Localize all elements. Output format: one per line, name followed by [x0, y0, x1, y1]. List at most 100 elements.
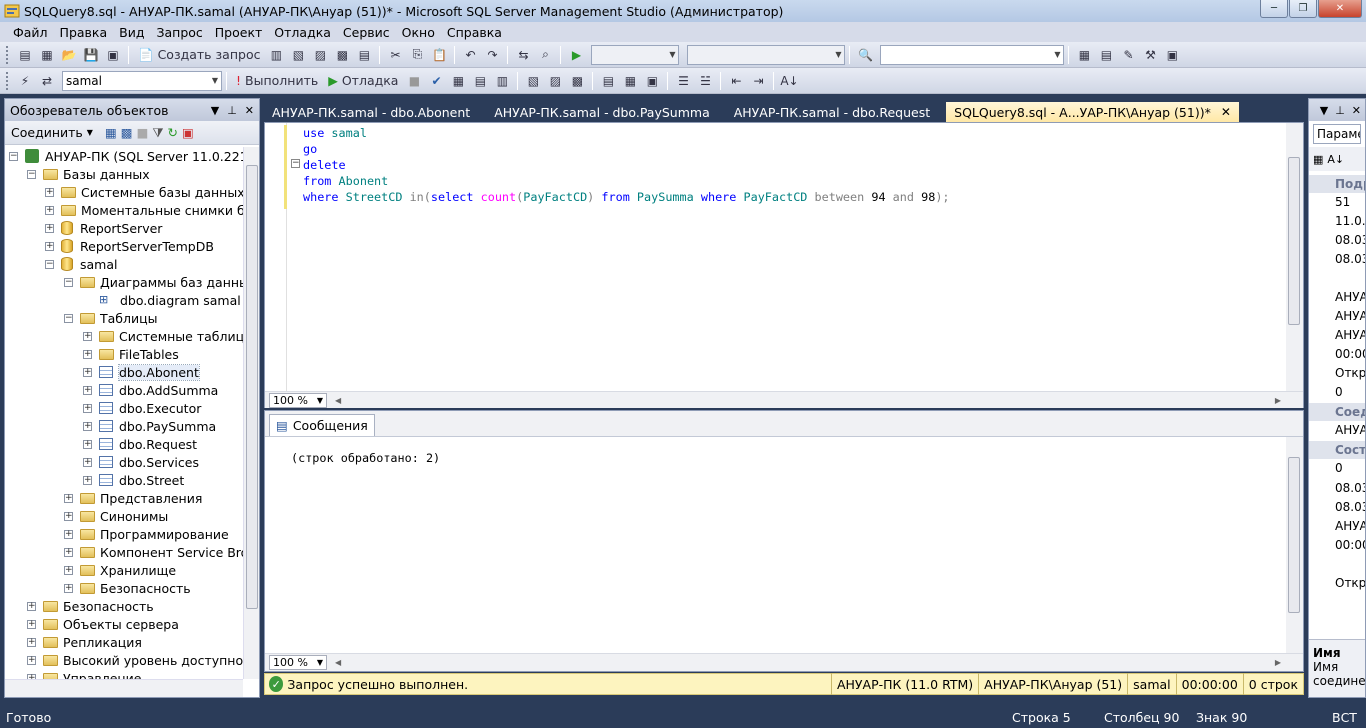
- query-designer-icon[interactable]: ▤: [470, 71, 490, 91]
- collapse-icon[interactable]: −: [64, 277, 73, 287]
- tree-node-programming[interactable]: + Программирование: [64, 525, 229, 543]
- collapse-icon[interactable]: −: [64, 313, 73, 323]
- property-category[interactable]: Подробности: [1309, 175, 1365, 193]
- redo-icon[interactable]: ↷: [482, 45, 502, 65]
- tree-node-executor[interactable]: + dbo.Executor: [83, 399, 201, 417]
- tree-node-system-tables[interactable]: + Системные таблицы: [83, 327, 243, 345]
- cancel-query-icon[interactable]: ■: [404, 71, 424, 91]
- tab-sqlquery8[interactable]: SQLQuery8.sql - А...УАР-ПК\Ануар (51))* ✕: [946, 102, 1239, 122]
- scroll-left-icon[interactable]: ◀: [335, 396, 341, 405]
- solution-platform-combo[interactable]: ▼: [687, 44, 846, 65]
- tree-node-databases[interactable]: − Базы данных: [27, 165, 150, 183]
- menu-view[interactable]: Вид: [113, 25, 150, 40]
- toolbox-icon[interactable]: ⚒: [1140, 45, 1160, 65]
- filter-icon[interactable]: ⧩: [152, 125, 163, 141]
- results-to-file-icon[interactable]: ▣: [642, 71, 662, 91]
- tree-node-db-security[interactable]: + Безопасность: [64, 579, 191, 597]
- pin-icon[interactable]: ⊥: [1335, 104, 1345, 117]
- minimize-button[interactable]: ─: [1260, 0, 1288, 18]
- scroll-right-icon[interactable]: ▶: [1275, 658, 1281, 667]
- expand-icon[interactable]: +: [45, 241, 54, 251]
- object-explorer-hscrollbar[interactable]: [5, 679, 243, 697]
- results-zoom-combo[interactable]: 100 % ▼: [269, 655, 327, 670]
- object-explorer-icon[interactable]: ▤: [1096, 45, 1116, 65]
- tree-node-tables[interactable]: − Таблицы: [64, 309, 158, 327]
- specify-values-icon[interactable]: ▥: [492, 71, 512, 91]
- template-explorer-icon[interactable]: ▣: [1162, 45, 1182, 65]
- menu-query[interactable]: Запрос: [150, 25, 208, 40]
- expand-icon[interactable]: +: [45, 187, 54, 197]
- expand-icon[interactable]: +: [64, 529, 73, 539]
- tree-node-alwayson[interactable]: +Высокий уровень доступности AlwaysOn: [27, 651, 243, 669]
- save-all-icon[interactable]: ▣: [103, 45, 123, 65]
- paste-icon[interactable]: 📋: [429, 45, 449, 65]
- query-editor[interactable]: − use samal go delete from Abonent where Str…: [264, 122, 1304, 408]
- comment-icon[interactable]: ☰: [673, 71, 693, 91]
- tab-paysumma[interactable]: АНУАР-ПК.samal - dbo.PaySumma: [486, 102, 718, 122]
- scroll-right-icon[interactable]: ▶: [1275, 396, 1281, 405]
- mdx-query-icon[interactable]: ▧: [288, 45, 308, 65]
- expand-icon[interactable]: +: [64, 493, 73, 503]
- tree-node-diagram-samal[interactable]: ⊞ dbo.diagram samal: [99, 291, 241, 309]
- tab-request[interactable]: АНУАР-ПК.samal - dbo.Request: [726, 102, 938, 122]
- tree-node-paysumma[interactable]: + dbo.PaySumma: [83, 417, 216, 435]
- collapse-icon[interactable]: −: [27, 169, 36, 179]
- start-icon[interactable]: ▶: [566, 45, 586, 65]
- menu-window[interactable]: Окно: [396, 25, 441, 40]
- expand-icon[interactable]: +: [83, 331, 92, 341]
- results-vscrollbar[interactable]: [1286, 437, 1303, 655]
- tree-node-server-objects[interactable]: + Объекты сервера: [27, 615, 179, 633]
- tab-abonent[interactable]: АНУАР-ПК.samal - dbo.Abonent: [264, 102, 478, 122]
- tab-messages[interactable]: ▤ Сообщения: [269, 414, 375, 436]
- alphabetical-icon[interactable]: A↓: [1327, 153, 1344, 166]
- find-icon[interactable]: 🔍: [855, 45, 875, 65]
- disconnect-icon[interactable]: ▩: [121, 125, 133, 140]
- estimated-plan-icon[interactable]: ▦: [448, 71, 468, 91]
- connect-button[interactable]: Соединить: [11, 125, 83, 140]
- properties-icon[interactable]: ✎: [1118, 45, 1138, 65]
- pin-icon[interactable]: ⊥: [227, 104, 237, 117]
- expand-icon[interactable]: +: [83, 349, 92, 359]
- debug-button[interactable]: ▶ Отладка: [324, 71, 402, 91]
- save-icon[interactable]: 💾: [81, 45, 101, 65]
- tree-node-system-dbs[interactable]: + Системные базы данных: [45, 183, 243, 201]
- expand-icon[interactable]: +: [45, 223, 54, 233]
- tree-node-services[interactable]: + dbo.Services: [83, 453, 199, 471]
- tree-node-storage[interactable]: + Хранилище: [64, 561, 176, 579]
- expand-icon[interactable]: +: [83, 367, 92, 377]
- expand-icon[interactable]: +: [83, 457, 92, 467]
- collapse-icon[interactable]: −: [291, 159, 300, 168]
- dmx-query-icon[interactable]: ▨: [310, 45, 330, 65]
- tree-node-diagrams[interactable]: − Диаграммы баз данных: [64, 273, 243, 291]
- execute-button[interactable]: ! Выполнить: [232, 71, 322, 91]
- new-project-icon[interactable]: ▤: [15, 45, 35, 65]
- object-explorer-vscrollbar[interactable]: [243, 147, 259, 679]
- include-plan-icon[interactable]: ▨: [545, 71, 565, 91]
- cut-icon[interactable]: ✂: [385, 45, 405, 65]
- chevron-down-icon[interactable]: ▼: [87, 128, 93, 137]
- copy-icon[interactable]: ⎘: [407, 45, 427, 65]
- expand-icon[interactable]: +: [27, 619, 36, 629]
- refresh-icon[interactable]: ↻: [168, 125, 178, 140]
- expand-icon[interactable]: +: [45, 205, 54, 215]
- menu-tools[interactable]: Сервис: [337, 25, 396, 40]
- tree-node-filetables[interactable]: + FileTables: [83, 345, 179, 363]
- tree-node-reportservertempdb[interactable]: + ReportServerTempDB: [45, 237, 214, 255]
- tree-node-request[interactable]: + dbo.Request: [83, 435, 197, 453]
- tree-node-security[interactable]: + Безопасность: [27, 597, 154, 615]
- parse-icon[interactable]: ✔: [426, 71, 446, 91]
- menu-help[interactable]: Справка: [441, 25, 508, 40]
- uncomment-icon[interactable]: ☱: [695, 71, 715, 91]
- increase-indent-icon[interactable]: ⇥: [748, 71, 768, 91]
- collapse-icon[interactable]: −: [9, 151, 18, 161]
- registered-servers-icon[interactable]: ▦: [1074, 45, 1094, 65]
- scroll-thumb[interactable]: [1288, 457, 1300, 613]
- new-query-button[interactable]: 📄 Создать запрос: [134, 45, 264, 65]
- stop-icon[interactable]: ■: [137, 125, 149, 140]
- tree-node-server[interactable]: −АНУАР-ПК (SQL Server 11.0.2218 - АНУАР-…: [9, 147, 243, 165]
- intellisense-icon[interactable]: ▧: [523, 71, 543, 91]
- specify-template-icon[interactable]: A↓: [779, 71, 799, 91]
- add-item-icon[interactable]: ▦: [37, 45, 57, 65]
- xmla-query-icon[interactable]: ▩: [332, 45, 352, 65]
- expand-icon[interactable]: +: [83, 475, 92, 485]
